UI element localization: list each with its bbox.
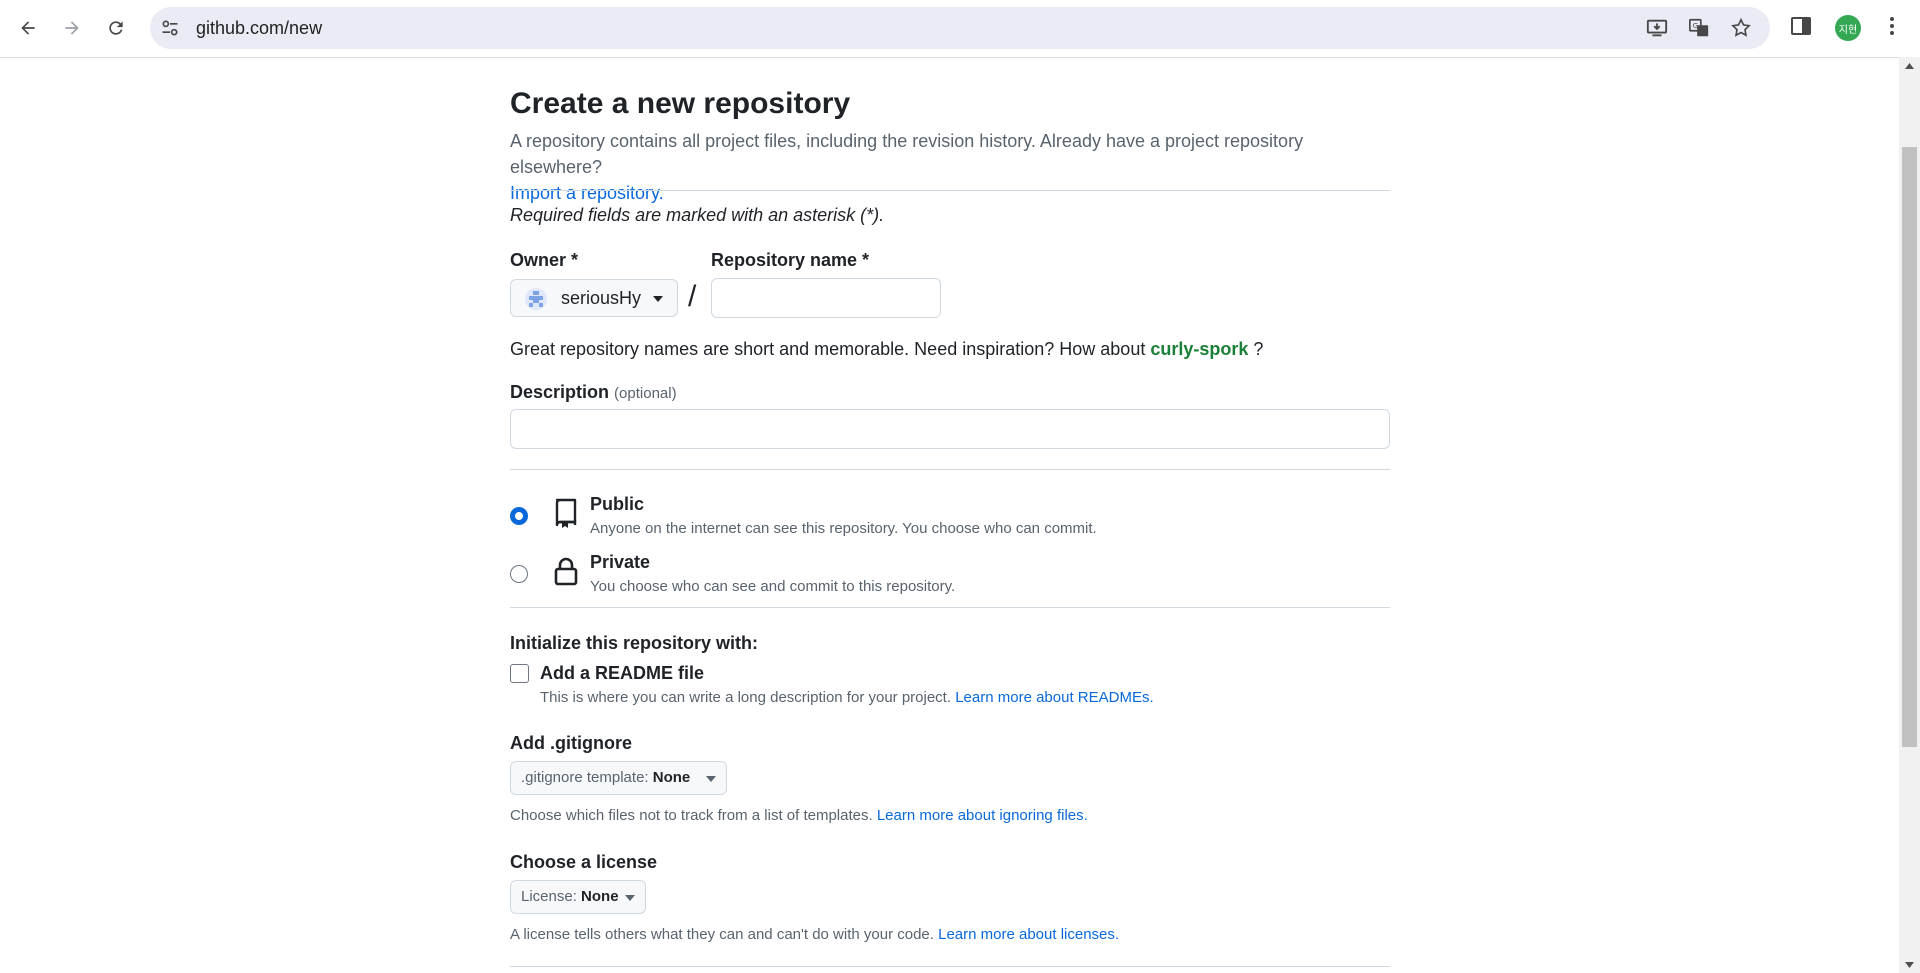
description-label: Description (optional) [510,382,677,403]
readme-learn-more-link[interactable]: Learn more about READMEs. [955,689,1153,706]
gitignore-learn-more-link[interactable]: Learn more about ignoring files. [877,807,1088,824]
hint-prefix: Great repository names are short and mem… [510,339,1146,359]
install-app-icon[interactable] [1646,17,1668,39]
arrow-right-icon [65,21,79,35]
gitignore-select-button[interactable]: .gitignore template: None [510,761,727,795]
repo-book-icon [555,498,577,528]
license-help-text: A license tells others what they can and… [510,926,934,943]
description-input[interactable] [510,409,1390,449]
subtitle-text: A repository contains all project files,… [510,131,1304,177]
caret-down-icon [625,895,635,901]
license-heading: Choose a license [510,852,658,872]
caret-down-icon [653,296,663,302]
address-bar[interactable]: github.com/new G [150,7,1770,49]
owner-select-button[interactable]: seriousHy [510,279,678,317]
import-repository-link[interactable]: Import a repository. [510,183,664,203]
owner-avatar [525,288,547,310]
public-description: Anyone on the internet can see this repo… [590,520,1097,537]
page-title: Create a new repository [510,87,851,120]
initialize-heading: Initialize this repository with: [510,633,759,653]
identicon-icon [529,291,543,307]
browser-toolbar: github.com/new G 지현 [0,0,1920,58]
caret-down-icon [706,776,716,782]
scroll-down-arrow-icon[interactable] [1899,956,1920,973]
owner-name: seriousHy [561,288,642,308]
divider [510,469,1390,470]
scroll-thumb[interactable] [1902,147,1917,747]
public-radio[interactable] [510,507,528,525]
repository-name-label: Repository name * [711,250,870,270]
gitignore-select-prefix: .gitignore template: [521,769,649,786]
divider [510,190,1390,191]
more-menu-icon[interactable] [1880,14,1904,38]
name-suggestion-hint: Great repository names are short and mem… [510,339,1263,360]
license-learn-more-link[interactable]: Learn more about licenses. [938,926,1119,943]
gitignore-select-value: None [652,769,691,786]
page-subtitle: A repository contains all project files,… [510,128,1390,206]
side-panel-icon[interactable] [1789,14,1813,38]
private-description: You choose who can see and commit to thi… [590,578,956,595]
translate-icon[interactable]: G [1688,17,1710,39]
hint-suffix: ? [1253,339,1264,359]
repository-name-input[interactable] [711,278,941,318]
divider [510,607,1390,608]
page-scrollbar[interactable] [1899,57,1920,973]
scroll-up-arrow-icon[interactable] [1899,57,1920,74]
private-radio[interactable] [510,565,528,583]
site-settings-icon[interactable] [160,18,180,38]
gitignore-help-text: Choose which files not to track from a l… [510,807,873,824]
readme-checkbox[interactable] [510,664,529,683]
license-help: A license tells others what they can and… [510,926,1119,943]
owner-label: Owner * [510,250,579,270]
required-fields-note: Required fields are marked with an aster… [510,205,885,225]
forward-button[interactable] [54,10,90,46]
gitignore-heading: Add .gitignore [510,733,632,753]
optional-tag: (optional) [614,385,677,402]
bookmark-star-icon[interactable] [1730,17,1752,39]
url-text[interactable]: github.com/new [196,18,322,38]
readme-help: This is where you can write a long descr… [540,689,1154,706]
suggested-name-link[interactable]: curly-spork [1150,339,1248,359]
description-label-text: Description [510,382,610,402]
gitignore-help: Choose which files not to track from a l… [510,807,1088,824]
readme-help-text: This is where you can write a long descr… [540,689,952,706]
license-select-button[interactable]: License: None [510,880,646,914]
profile-avatar[interactable]: 지현 [1835,15,1861,41]
readme-label[interactable]: Add a README file [540,663,704,684]
lock-icon [554,557,578,586]
license-select-prefix: License: [521,888,577,905]
divider [510,966,1390,967]
public-title: Public [590,494,645,514]
svg-text:G: G [1693,21,1699,30]
reload-button[interactable] [98,10,134,46]
owner-repo-separator: / [688,280,697,313]
license-select-value: None [581,888,619,905]
back-button[interactable] [10,10,46,46]
reload-icon [109,21,123,35]
arrow-left-icon [21,21,35,35]
private-title: Private [590,552,651,572]
